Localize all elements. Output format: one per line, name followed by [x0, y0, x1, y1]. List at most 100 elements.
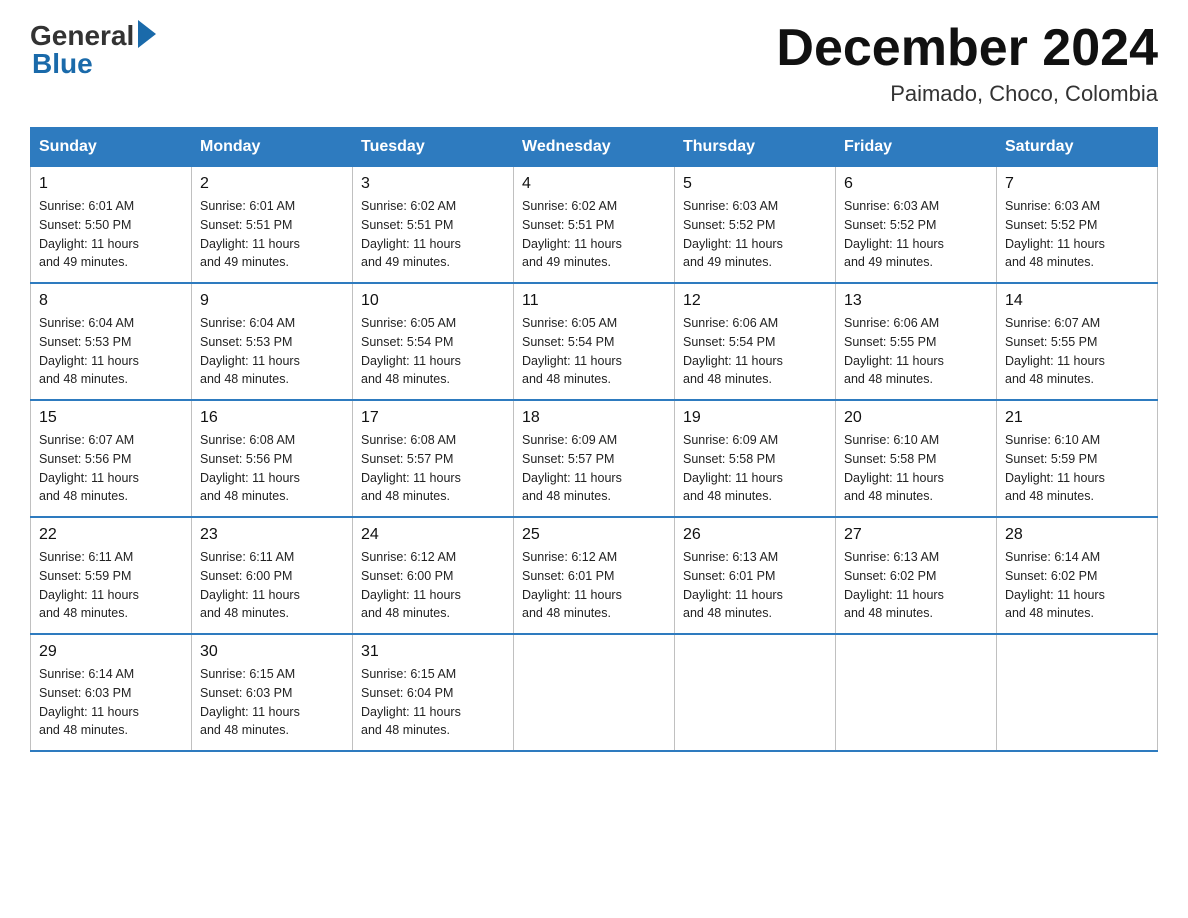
calendar-cell: 16 Sunrise: 6:08 AMSunset: 5:56 PMDaylig…	[192, 400, 353, 517]
calendar-cell: 28 Sunrise: 6:14 AMSunset: 6:02 PMDaylig…	[997, 517, 1158, 634]
header-wednesday: Wednesday	[514, 128, 675, 167]
day-number: 20	[844, 409, 988, 427]
calendar-cell: 31 Sunrise: 6:15 AMSunset: 6:04 PMDaylig…	[353, 634, 514, 751]
day-info: Sunrise: 6:11 AMSunset: 6:00 PMDaylight:…	[200, 550, 300, 620]
calendar-cell: 6 Sunrise: 6:03 AMSunset: 5:52 PMDayligh…	[836, 167, 997, 284]
calendar-cell	[675, 634, 836, 751]
month-title: December 2024	[776, 20, 1158, 77]
calendar-cell: 2 Sunrise: 6:01 AMSunset: 5:51 PMDayligh…	[192, 167, 353, 284]
day-number: 5	[683, 175, 827, 193]
calendar-week-row: 8 Sunrise: 6:04 AMSunset: 5:53 PMDayligh…	[31, 283, 1158, 400]
day-number: 16	[200, 409, 344, 427]
day-number: 27	[844, 526, 988, 544]
day-info: Sunrise: 6:07 AMSunset: 5:56 PMDaylight:…	[39, 433, 139, 503]
calendar-cell: 20 Sunrise: 6:10 AMSunset: 5:58 PMDaylig…	[836, 400, 997, 517]
calendar-week-row: 29 Sunrise: 6:14 AMSunset: 6:03 PMDaylig…	[31, 634, 1158, 751]
day-number: 30	[200, 643, 344, 661]
day-number: 7	[1005, 175, 1149, 193]
day-info: Sunrise: 6:15 AMSunset: 6:03 PMDaylight:…	[200, 667, 300, 737]
day-number: 23	[200, 526, 344, 544]
calendar-cell: 17 Sunrise: 6:08 AMSunset: 5:57 PMDaylig…	[353, 400, 514, 517]
day-info: Sunrise: 6:07 AMSunset: 5:55 PMDaylight:…	[1005, 316, 1105, 386]
day-number: 17	[361, 409, 505, 427]
day-info: Sunrise: 6:14 AMSunset: 6:02 PMDaylight:…	[1005, 550, 1105, 620]
day-info: Sunrise: 6:11 AMSunset: 5:59 PMDaylight:…	[39, 550, 139, 620]
calendar-cell: 19 Sunrise: 6:09 AMSunset: 5:58 PMDaylig…	[675, 400, 836, 517]
day-info: Sunrise: 6:05 AMSunset: 5:54 PMDaylight:…	[361, 316, 461, 386]
calendar-cell: 30 Sunrise: 6:15 AMSunset: 6:03 PMDaylig…	[192, 634, 353, 751]
day-info: Sunrise: 6:12 AMSunset: 6:01 PMDaylight:…	[522, 550, 622, 620]
calendar-cell: 11 Sunrise: 6:05 AMSunset: 5:54 PMDaylig…	[514, 283, 675, 400]
calendar-cell: 4 Sunrise: 6:02 AMSunset: 5:51 PMDayligh…	[514, 167, 675, 284]
day-number: 29	[39, 643, 183, 661]
day-info: Sunrise: 6:02 AMSunset: 5:51 PMDaylight:…	[522, 199, 622, 269]
day-info: Sunrise: 6:12 AMSunset: 6:00 PMDaylight:…	[361, 550, 461, 620]
day-number: 21	[1005, 409, 1149, 427]
day-info: Sunrise: 6:02 AMSunset: 5:51 PMDaylight:…	[361, 199, 461, 269]
calendar-table: SundayMondayTuesdayWednesdayThursdayFrid…	[30, 127, 1158, 752]
calendar-cell: 15 Sunrise: 6:07 AMSunset: 5:56 PMDaylig…	[31, 400, 192, 517]
day-number: 22	[39, 526, 183, 544]
day-info: Sunrise: 6:14 AMSunset: 6:03 PMDaylight:…	[39, 667, 139, 737]
day-number: 6	[844, 175, 988, 193]
day-info: Sunrise: 6:05 AMSunset: 5:54 PMDaylight:…	[522, 316, 622, 386]
calendar-cell: 23 Sunrise: 6:11 AMSunset: 6:00 PMDaylig…	[192, 517, 353, 634]
header-sunday: Sunday	[31, 128, 192, 167]
day-number: 24	[361, 526, 505, 544]
day-number: 31	[361, 643, 505, 661]
day-info: Sunrise: 6:04 AMSunset: 5:53 PMDaylight:…	[39, 316, 139, 386]
calendar-header-row: SundayMondayTuesdayWednesdayThursdayFrid…	[31, 128, 1158, 167]
header-friday: Friday	[836, 128, 997, 167]
day-info: Sunrise: 6:03 AMSunset: 5:52 PMDaylight:…	[683, 199, 783, 269]
day-number: 12	[683, 292, 827, 310]
day-info: Sunrise: 6:08 AMSunset: 5:57 PMDaylight:…	[361, 433, 461, 503]
day-info: Sunrise: 6:13 AMSunset: 6:01 PMDaylight:…	[683, 550, 783, 620]
day-number: 1	[39, 175, 183, 193]
day-info: Sunrise: 6:06 AMSunset: 5:54 PMDaylight:…	[683, 316, 783, 386]
calendar-cell: 9 Sunrise: 6:04 AMSunset: 5:53 PMDayligh…	[192, 283, 353, 400]
calendar-cell: 3 Sunrise: 6:02 AMSunset: 5:51 PMDayligh…	[353, 167, 514, 284]
day-info: Sunrise: 6:01 AMSunset: 5:51 PMDaylight:…	[200, 199, 300, 269]
day-info: Sunrise: 6:09 AMSunset: 5:58 PMDaylight:…	[683, 433, 783, 503]
day-info: Sunrise: 6:03 AMSunset: 5:52 PMDaylight:…	[844, 199, 944, 269]
title-block: December 2024 Paimado, Choco, Colombia	[776, 20, 1158, 107]
day-info: Sunrise: 6:15 AMSunset: 6:04 PMDaylight:…	[361, 667, 461, 737]
header-saturday: Saturday	[997, 128, 1158, 167]
calendar-week-row: 22 Sunrise: 6:11 AMSunset: 5:59 PMDaylig…	[31, 517, 1158, 634]
day-info: Sunrise: 6:09 AMSunset: 5:57 PMDaylight:…	[522, 433, 622, 503]
calendar-cell: 12 Sunrise: 6:06 AMSunset: 5:54 PMDaylig…	[675, 283, 836, 400]
day-number: 4	[522, 175, 666, 193]
calendar-cell: 14 Sunrise: 6:07 AMSunset: 5:55 PMDaylig…	[997, 283, 1158, 400]
calendar-cell: 29 Sunrise: 6:14 AMSunset: 6:03 PMDaylig…	[31, 634, 192, 751]
calendar-cell: 5 Sunrise: 6:03 AMSunset: 5:52 PMDayligh…	[675, 167, 836, 284]
calendar-cell: 8 Sunrise: 6:04 AMSunset: 5:53 PMDayligh…	[31, 283, 192, 400]
day-number: 2	[200, 175, 344, 193]
day-number: 13	[844, 292, 988, 310]
day-number: 14	[1005, 292, 1149, 310]
day-number: 25	[522, 526, 666, 544]
calendar-cell: 27 Sunrise: 6:13 AMSunset: 6:02 PMDaylig…	[836, 517, 997, 634]
day-info: Sunrise: 6:10 AMSunset: 5:58 PMDaylight:…	[844, 433, 944, 503]
logo-blue-text: Blue	[32, 48, 93, 80]
header-monday: Monday	[192, 128, 353, 167]
day-info: Sunrise: 6:03 AMSunset: 5:52 PMDaylight:…	[1005, 199, 1105, 269]
calendar-cell: 10 Sunrise: 6:05 AMSunset: 5:54 PMDaylig…	[353, 283, 514, 400]
calendar-cell	[997, 634, 1158, 751]
calendar-cell: 13 Sunrise: 6:06 AMSunset: 5:55 PMDaylig…	[836, 283, 997, 400]
calendar-week-row: 1 Sunrise: 6:01 AMSunset: 5:50 PMDayligh…	[31, 167, 1158, 284]
day-number: 9	[200, 292, 344, 310]
day-number: 19	[683, 409, 827, 427]
day-number: 28	[1005, 526, 1149, 544]
day-number: 11	[522, 292, 666, 310]
day-info: Sunrise: 6:10 AMSunset: 5:59 PMDaylight:…	[1005, 433, 1105, 503]
calendar-cell: 25 Sunrise: 6:12 AMSunset: 6:01 PMDaylig…	[514, 517, 675, 634]
header-thursday: Thursday	[675, 128, 836, 167]
calendar-cell	[514, 634, 675, 751]
day-number: 18	[522, 409, 666, 427]
calendar-cell: 18 Sunrise: 6:09 AMSunset: 5:57 PMDaylig…	[514, 400, 675, 517]
day-info: Sunrise: 6:04 AMSunset: 5:53 PMDaylight:…	[200, 316, 300, 386]
day-number: 26	[683, 526, 827, 544]
calendar-cell: 24 Sunrise: 6:12 AMSunset: 6:00 PMDaylig…	[353, 517, 514, 634]
calendar-cell: 22 Sunrise: 6:11 AMSunset: 5:59 PMDaylig…	[31, 517, 192, 634]
calendar-cell: 1 Sunrise: 6:01 AMSunset: 5:50 PMDayligh…	[31, 167, 192, 284]
